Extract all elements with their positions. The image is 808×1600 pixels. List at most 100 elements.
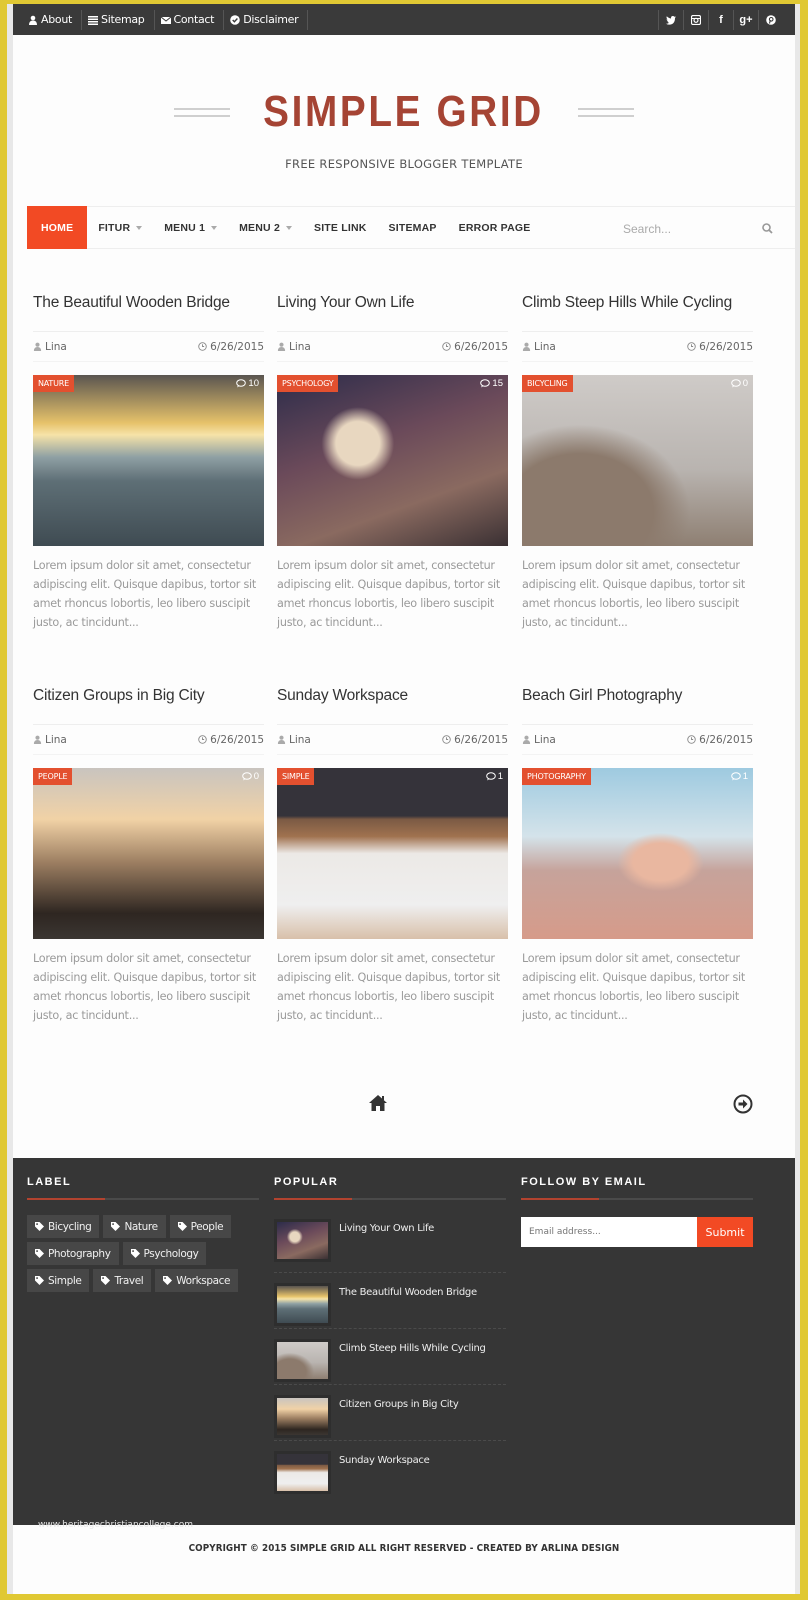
category-badge[interactable]: PSYCHOLOGY	[277, 375, 339, 392]
popular-post-item[interactable]: Citizen Groups in Big City	[274, 1385, 506, 1441]
popular-post-thumbnail[interactable]	[274, 1451, 331, 1494]
post-excerpt: Lorem ipsum dolor sit amet, consectetur …	[277, 952, 501, 1022]
comment-count[interactable]: 1	[730, 771, 748, 782]
post-title[interactable]: Citizen Groups in Big City	[33, 683, 264, 725]
pinterest-icon[interactable]	[758, 9, 783, 30]
decorative-lines-left	[174, 107, 231, 117]
post-author[interactable]: Lina	[277, 734, 311, 746]
nav-item-label: ERROR PAGE	[458, 221, 531, 234]
user-icon	[277, 342, 286, 351]
comment-count[interactable]: 0	[241, 771, 259, 782]
comment-count[interactable]: 0	[730, 378, 748, 389]
popular-post-title[interactable]: Living Your Own Life	[339, 1219, 434, 1272]
popular-post-title[interactable]: The Beautiful Wooden Bridge	[339, 1283, 477, 1328]
post-author[interactable]: Lina	[522, 341, 556, 353]
popular-post-title[interactable]: Climb Steep Hills While Cycling	[339, 1339, 486, 1384]
top-link-label: Disclaimer	[243, 13, 299, 26]
top-link-disclaimer[interactable]: Disclaimer	[224, 9, 309, 30]
tag-icon	[101, 1276, 111, 1285]
submit-button[interactable]: Submit	[697, 1217, 753, 1247]
post-thumbnail[interactable]: SIMPLE 1	[277, 768, 508, 939]
site-title[interactable]: SIMPLE GRID	[264, 87, 545, 137]
post-author[interactable]: Lina	[33, 734, 67, 746]
category-badge[interactable]: PHOTOGRAPHY	[522, 768, 591, 785]
clock-icon	[198, 342, 207, 351]
list-icon	[88, 15, 99, 25]
label-tag[interactable]: Nature	[103, 1215, 166, 1238]
home-icon[interactable]	[368, 1094, 388, 1112]
label-tag[interactable]: Bicycling	[27, 1215, 100, 1238]
label-tag[interactable]: Simple	[27, 1269, 90, 1292]
instagram-icon[interactable]	[683, 9, 708, 30]
label-tag[interactable]: Workspace	[155, 1269, 239, 1292]
nav-item-sitemap[interactable]: SITEMAP	[378, 206, 448, 249]
nav-item-home[interactable]: HOME	[27, 206, 88, 249]
caret-down-icon	[285, 225, 292, 230]
top-nav: About Sitemap Contact Disclaimer	[23, 4, 309, 35]
category-badge[interactable]: BICYCLING	[522, 375, 573, 392]
popular-post-thumbnail[interactable]	[274, 1339, 331, 1382]
popular-post-item[interactable]: Sunday Workspace	[274, 1441, 506, 1497]
popular-post-title[interactable]: Sunday Workspace	[339, 1451, 430, 1497]
search-input[interactable]	[623, 221, 733, 236]
post-title[interactable]: Sunday Workspace	[277, 683, 508, 725]
top-link-sitemap[interactable]: Sitemap	[82, 9, 155, 30]
nav-item-error-page[interactable]: ERROR PAGE	[448, 206, 542, 249]
popular-post-item[interactable]: Climb Steep Hills While Cycling	[274, 1329, 506, 1385]
post-author[interactable]: Lina	[277, 341, 311, 353]
post-date: 6/26/2015	[442, 734, 508, 746]
post-title[interactable]: Climb Steep Hills While Cycling	[522, 290, 753, 332]
email-input[interactable]	[521, 1217, 697, 1247]
post-thumbnail[interactable]: BICYCLING 0	[522, 375, 753, 546]
label-tag-text: Bicycling	[48, 1220, 92, 1233]
label-tag[interactable]: People	[169, 1215, 232, 1238]
clock-icon	[442, 735, 451, 744]
facebook-icon[interactable]: f	[708, 9, 733, 30]
nav-item-fitur[interactable]: FITUR	[87, 206, 153, 249]
site-header: SIMPLE GRID FREE RESPONSIVE BLOGGER TEMP…	[13, 35, 795, 207]
comment-count[interactable]: 15	[480, 378, 503, 389]
post-thumbnail[interactable]: NATURE 10	[33, 375, 264, 546]
post-card: Climb Steep Hills While Cycling Lina 6/2…	[522, 290, 753, 632]
next-page-icon[interactable]	[733, 1094, 753, 1114]
category-badge[interactable]: PEOPLE	[33, 768, 73, 785]
post-thumbnail[interactable]: PSYCHOLOGY 15	[277, 375, 508, 546]
popular-post-item[interactable]: The Beautiful Wooden Bridge	[274, 1273, 506, 1329]
label-cloud: Bicycling Nature People Photography Psyc…	[27, 1215, 259, 1292]
top-link-contact[interactable]: Contact	[155, 9, 225, 30]
label-tag[interactable]: Psychology	[122, 1242, 207, 1265]
comment-count[interactable]: 10	[236, 378, 259, 389]
comment-count[interactable]: 1	[485, 771, 503, 782]
top-link-about[interactable]: About	[23, 9, 83, 30]
clock-icon	[687, 342, 696, 351]
nav-item-menu-1[interactable]: MENU 1	[153, 206, 228, 249]
google-plus-icon[interactable]: g+	[733, 9, 758, 30]
category-badge[interactable]: NATURE	[33, 375, 74, 392]
label-tag[interactable]: Photography	[27, 1242, 119, 1265]
nav-item-site-link[interactable]: SITE LINK	[303, 206, 378, 249]
popular-post-title[interactable]: Citizen Groups in Big City	[339, 1395, 459, 1440]
post-thumbnail[interactable]: PHOTOGRAPHY 1	[522, 768, 753, 939]
post-title[interactable]: The Beautiful Wooden Bridge	[33, 290, 264, 332]
post-author[interactable]: Lina	[33, 341, 67, 353]
widget-title: POPULAR	[274, 1176, 339, 1188]
popular-post-item[interactable]: Living Your Own Life	[274, 1217, 506, 1273]
author-name: Lina	[534, 733, 556, 746]
post-meta: Lina 6/26/2015	[33, 725, 264, 755]
popular-post-thumbnail[interactable]	[274, 1219, 331, 1262]
post-author[interactable]: Lina	[522, 734, 556, 746]
popular-post-thumbnail[interactable]	[274, 1395, 331, 1438]
social-links: f g+	[658, 4, 783, 35]
tag-icon	[35, 1222, 44, 1231]
user-icon	[522, 735, 531, 744]
post-title[interactable]: Beach Girl Photography	[522, 683, 753, 725]
popular-post-thumbnail[interactable]	[274, 1283, 331, 1326]
nav-item-menu-2[interactable]: MENU 2	[228, 206, 303, 249]
post-title[interactable]: Living Your Own Life	[277, 290, 508, 332]
category-badge[interactable]: SIMPLE	[277, 768, 315, 785]
post-thumbnail[interactable]: PEOPLE 0	[33, 768, 264, 939]
label-tag[interactable]: Travel	[93, 1269, 152, 1292]
twitter-icon[interactable]	[658, 9, 683, 30]
search-icon[interactable]	[762, 223, 773, 234]
post-meta: Lina 6/26/2015	[522, 332, 753, 362]
